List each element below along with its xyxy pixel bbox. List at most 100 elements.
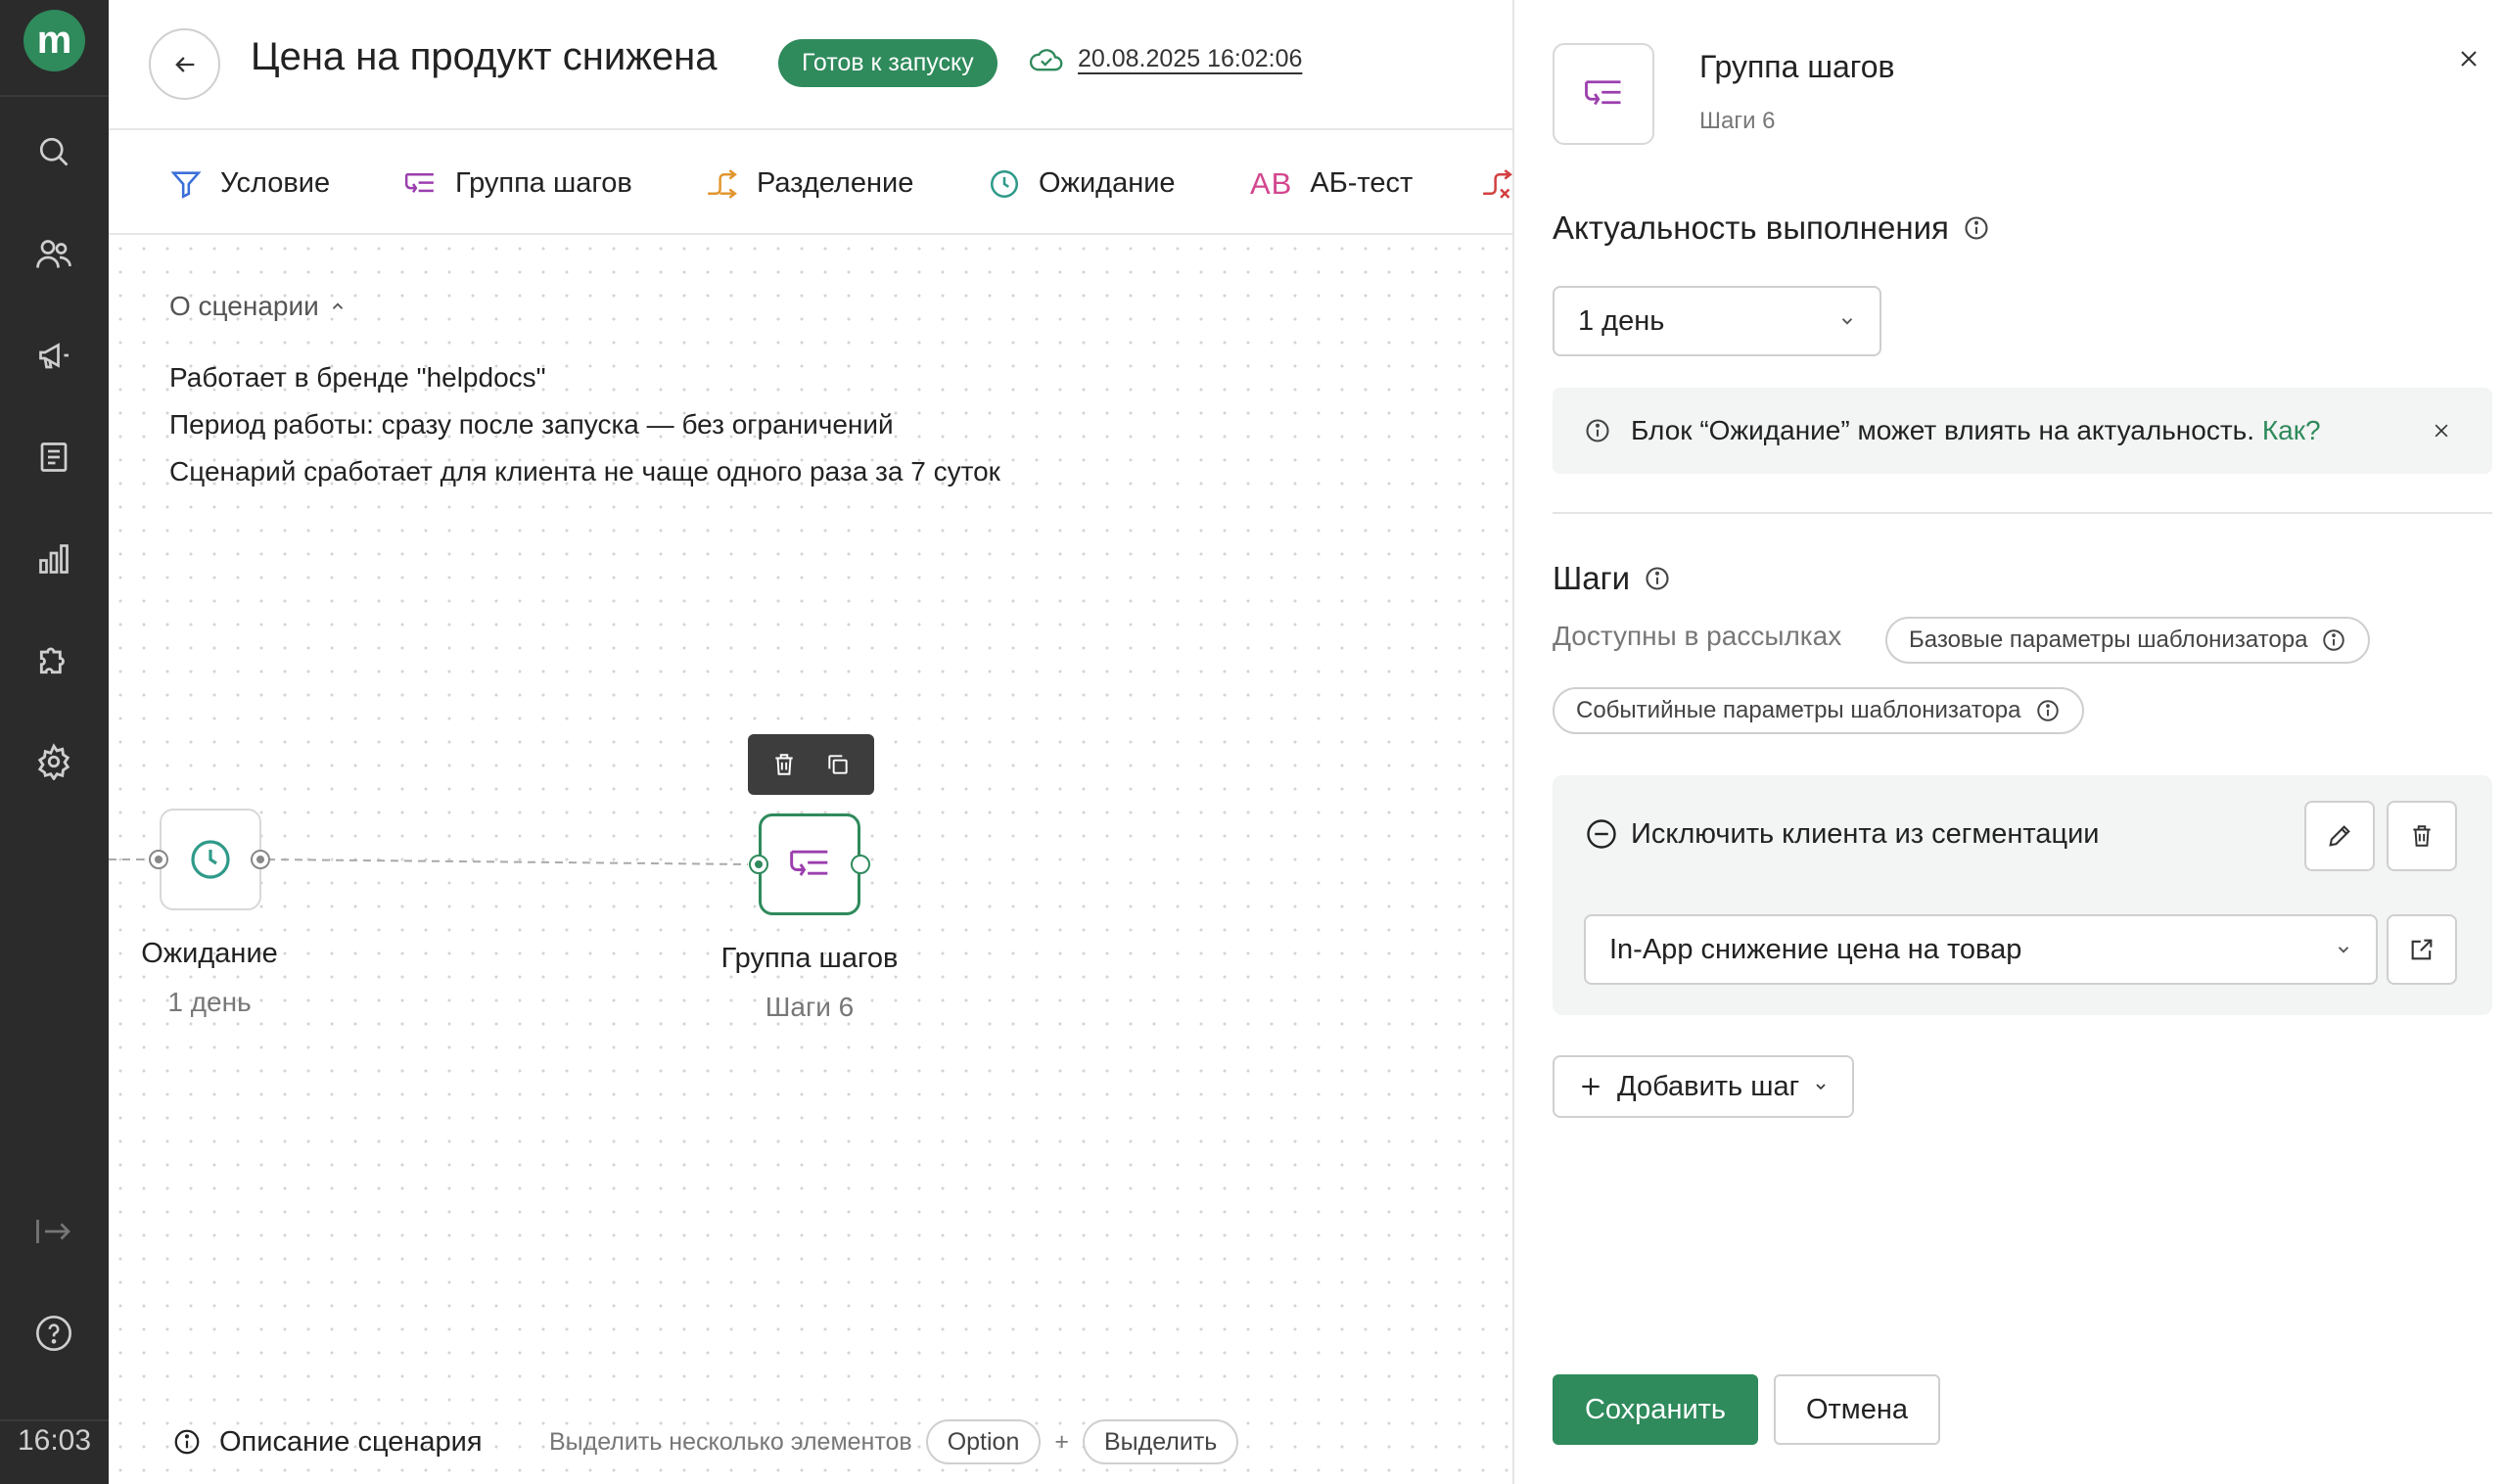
alert-message: Блок “Ожидание” может влиять на актуальн… — [1631, 415, 2255, 445]
node-steps-group-sub: Шаги 6 — [765, 992, 855, 1022]
back-button[interactable] — [149, 28, 220, 100]
chip-label: Базовые параметры шаблонизатора — [1909, 626, 2308, 653]
sidebar-divider — [0, 95, 109, 97]
plus-sign: + — [1054, 1427, 1069, 1456]
relevance-heading: Актуальность выполнения — [1553, 209, 1990, 247]
cancel-button[interactable]: Отмена — [1774, 1374, 1940, 1445]
minus-circle-icon — [1587, 819, 1616, 849]
copy-node-button[interactable] — [818, 745, 858, 784]
info-icon — [2323, 629, 2345, 651]
node-steps-group[interactable] — [759, 813, 860, 915]
relevance-select-value: 1 день — [1578, 304, 1665, 337]
add-step-label: Добавить шаг — [1617, 1070, 1800, 1102]
step-card: Исключить клиента из сегментации In-App … — [1553, 775, 2492, 1015]
node-input-port[interactable] — [149, 850, 168, 869]
header: Цена на продукт снижена Готов к запуску … — [109, 0, 1512, 130]
search-icon[interactable] — [32, 130, 75, 173]
close-icon — [2461, 51, 2477, 67]
toolbar-item-label: Условие — [220, 167, 331, 199]
saved-status: 20.08.2025 16:02:06 — [1029, 45, 1302, 73]
puzzle-icon[interactable] — [32, 638, 75, 681]
node-actions — [748, 734, 874, 795]
node-wait-label: Ожидание — [141, 938, 278, 969]
toolbar-item-wait[interactable]: Ожидание — [988, 132, 1176, 233]
node-output-port[interactable] — [251, 850, 270, 869]
add-step-button[interactable]: Добавить шаг — [1553, 1055, 1855, 1118]
inapp-select-value: In-App снижение цена на товар — [1609, 933, 2022, 965]
toolbar-item-steps-group[interactable]: Группа шагов — [402, 132, 632, 233]
node-wait[interactable] — [160, 809, 261, 910]
info-icon — [2036, 700, 2059, 721]
megaphone-icon[interactable] — [32, 334, 75, 377]
chevron-down-icon — [1841, 318, 1853, 325]
base-params-chip[interactable]: Базовые параметры шаблонизатора — [1885, 617, 2371, 664]
chevron-down-icon — [2338, 947, 2349, 953]
node-toolbar: Условие Группа шагов Разделение Ожидание… — [109, 132, 1512, 235]
panel-title: Группа шагов — [1699, 49, 1895, 84]
sidebar-divider — [0, 1419, 109, 1421]
clock-icon — [191, 840, 230, 879]
logout-icon[interactable] — [32, 1210, 75, 1253]
steps-group-icon — [1585, 80, 1621, 106]
toolbar-item-label: Группа шагов — [455, 167, 632, 199]
toolbar-item-label: Разделение — [757, 167, 914, 199]
delete-step-button[interactable] — [2387, 801, 2457, 871]
alert-link[interactable]: Как? — [2262, 415, 2321, 445]
page-title: Цена на продукт снижена — [251, 35, 718, 78]
node-steps-group-label: Группа шагов — [720, 943, 899, 974]
node-wait-sub: 1 день — [167, 987, 252, 1017]
status-badge: Готов к запуску — [778, 39, 998, 87]
panel-node-icon — [1553, 43, 1654, 145]
select-key: Выделить — [1082, 1419, 1239, 1464]
steps-heading-text: Шаги — [1553, 560, 1631, 596]
toolbar-item-split[interactable]: Разделение — [704, 132, 914, 233]
info-icon[interactable] — [1644, 565, 1671, 592]
scenario-description-label: Описание сценария — [219, 1425, 483, 1458]
sidebar: m 16:03 — [0, 0, 109, 1484]
wait-block-alert: Блок “Ожидание” может влиять на актуальн… — [1553, 388, 2492, 474]
toolbar-item-label: АБ-тест — [1310, 167, 1414, 199]
saved-timestamp[interactable]: 20.08.2025 16:02:06 — [1078, 45, 1302, 73]
relevance-select[interactable]: 1 день — [1553, 286, 1881, 356]
clock-time: 16:03 — [17, 1424, 92, 1457]
close-panel-button[interactable] — [2449, 39, 2488, 78]
info-icon[interactable] — [1963, 214, 1990, 242]
edit-step-button[interactable] — [2304, 801, 2375, 871]
toolbar-item-condition[interactable]: Условие — [169, 132, 331, 233]
pencil-icon — [2329, 825, 2350, 847]
canvas-footer: Описание сценария Выделить несколько эле… — [109, 1400, 1512, 1484]
inapp-select[interactable]: In-App снижение цена на товар — [1584, 914, 2378, 985]
delete-node-button[interactable] — [765, 745, 804, 784]
event-params-chip[interactable]: Событийные параметры шаблонизатора — [1553, 687, 2084, 734]
step-title-text: Исключить клиента из сегментации — [1631, 817, 2100, 850]
node-settings-panel: Группа шагов Шаги 6 Актуальность выполне… — [1512, 0, 2506, 1484]
multi-select-hint-text: Выделить несколько элементов — [549, 1427, 912, 1456]
scenario-description-button[interactable]: Описание сценария — [172, 1400, 483, 1484]
chart-icon[interactable] — [32, 537, 75, 580]
split-icon — [708, 168, 737, 199]
steps-group-icon — [790, 850, 828, 876]
steps-group-icon — [404, 172, 434, 193]
relevance-heading-text: Актуальность выполнения — [1553, 209, 1949, 246]
trash-icon — [2413, 825, 2431, 847]
toolbar-item-exit[interactable] — [1479, 132, 1512, 233]
node-input-port[interactable] — [749, 855, 768, 874]
document-icon[interactable] — [32, 436, 75, 479]
filter-icon — [170, 170, 202, 199]
users-icon[interactable] — [32, 233, 75, 276]
dismiss-alert-button[interactable] — [2424, 413, 2459, 448]
cloud-check-icon — [1029, 48, 1063, 70]
panel-subtitle: Шаги 6 — [1699, 108, 1776, 134]
scenario-canvas[interactable]: О сценарии Работает в бренде "helpdocs" … — [109, 237, 1512, 1484]
node-output-port[interactable] — [851, 855, 870, 874]
open-external-button[interactable] — [2387, 914, 2457, 985]
toolbar-item-label: Ожидание — [1039, 167, 1176, 199]
help-icon[interactable] — [32, 1312, 75, 1355]
toolbar-item-ab-test[interactable]: AB АБ-тест — [1250, 132, 1414, 233]
app-logo[interactable]: m — [23, 10, 85, 71]
clock-icon — [990, 169, 1019, 198]
close-icon — [2435, 424, 2448, 438]
save-button[interactable]: Сохранить — [1553, 1374, 1758, 1445]
gear-icon[interactable] — [32, 740, 75, 783]
option-key: Option — [925, 1419, 1042, 1464]
